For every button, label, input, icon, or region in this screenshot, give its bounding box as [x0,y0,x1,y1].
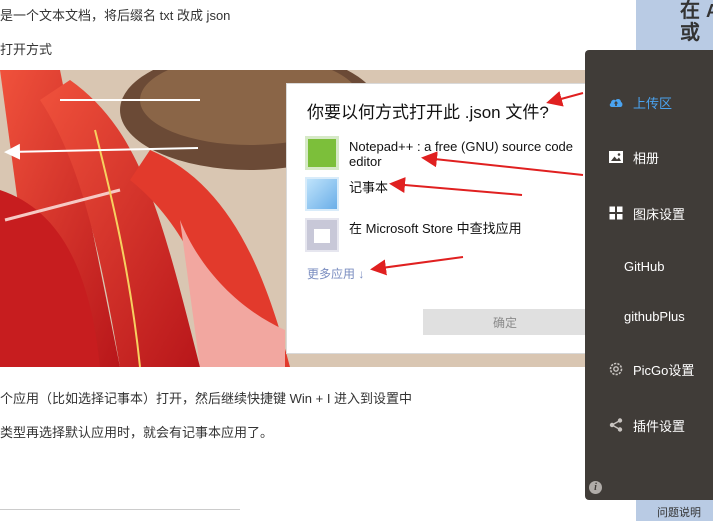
more-apps-link[interactable]: 更多应用 ↓ [307,265,364,282]
dialog-title: 你要以何方式打开此 .json 文件? [307,103,549,122]
sidebar-item-label: GitHub [624,258,665,274]
open-with-dialog: 你要以何方式打开此 .json 文件? Notepad++ : a free (… [286,83,587,354]
microsoft-store-icon [305,218,339,252]
sidebar-item-gallery[interactable]: 相册 [585,145,713,169]
background-heading-text: AI [706,2,713,20]
sidebar-item-label: 插件设置 [633,418,686,434]
sidebar-item-label: githubPlus [624,308,685,324]
sidebar-item-label: 图床设置 [633,206,686,222]
sidebar-item-plugin-settings[interactable]: 插件设置 [585,413,713,437]
notepad-icon [305,177,339,211]
info-icon[interactable]: i [589,481,602,494]
app-option-label: 记事本 [349,180,389,195]
app-option-notepad[interactable]: 记事本 [305,177,575,211]
sidebar-item-picgo-settings[interactable]: PicGo设置 [585,357,713,381]
app-option-microsoft-store[interactable]: 在 Microsoft Store 中查找应用 [305,218,575,252]
sidebar-item-label: 上传区 [633,95,673,111]
help-link[interactable]: 问题说明 [657,504,701,520]
sidebar-item-upload[interactable]: 上传区 [585,90,713,114]
app-option-label: 在 Microsoft Store 中查找应用 [349,221,522,236]
share-icon [609,418,623,432]
cloud-upload-icon [609,98,623,107]
ok-button[interactable]: 确定 [423,309,587,335]
sidebar-item-githubplus[interactable]: githubPlus [585,304,713,328]
divider [0,509,240,510]
doc-text-line: 是一个文本文档，将后缀名 txt 改成 json [0,8,231,23]
image-icon [609,151,623,163]
grid-icon [609,206,623,220]
gear-icon [609,362,623,376]
doc-text-line: 打开方式 [0,42,53,57]
doc-text-line: 个应用（比如选择记事本）打开，然后继续快捷键 Win + I 进入到设置中 [0,391,413,406]
app-option-label: Notepad++ : a free (GNU) source code edi… [349,139,574,169]
sidebar-item-label: 相册 [633,150,660,166]
sidebar-item-bed-settings[interactable]: 图床设置 [585,201,713,225]
notepad-plus-plus-icon [305,136,339,170]
picgo-sidebar-menu: 上传区 相册 图床设置 GitHub githubPlus PicGo设置 插件… [585,50,713,500]
app-option-notepad-plus-plus[interactable]: Notepad++ : a free (GNU) source code edi… [305,136,575,170]
doc-text-line: 类型再选择默认应用时，就会有记事本应用了。 [0,425,274,440]
sidebar-item-github[interactable]: GitHub [585,254,713,278]
sidebar-item-label: PicGo设置 [633,362,695,378]
